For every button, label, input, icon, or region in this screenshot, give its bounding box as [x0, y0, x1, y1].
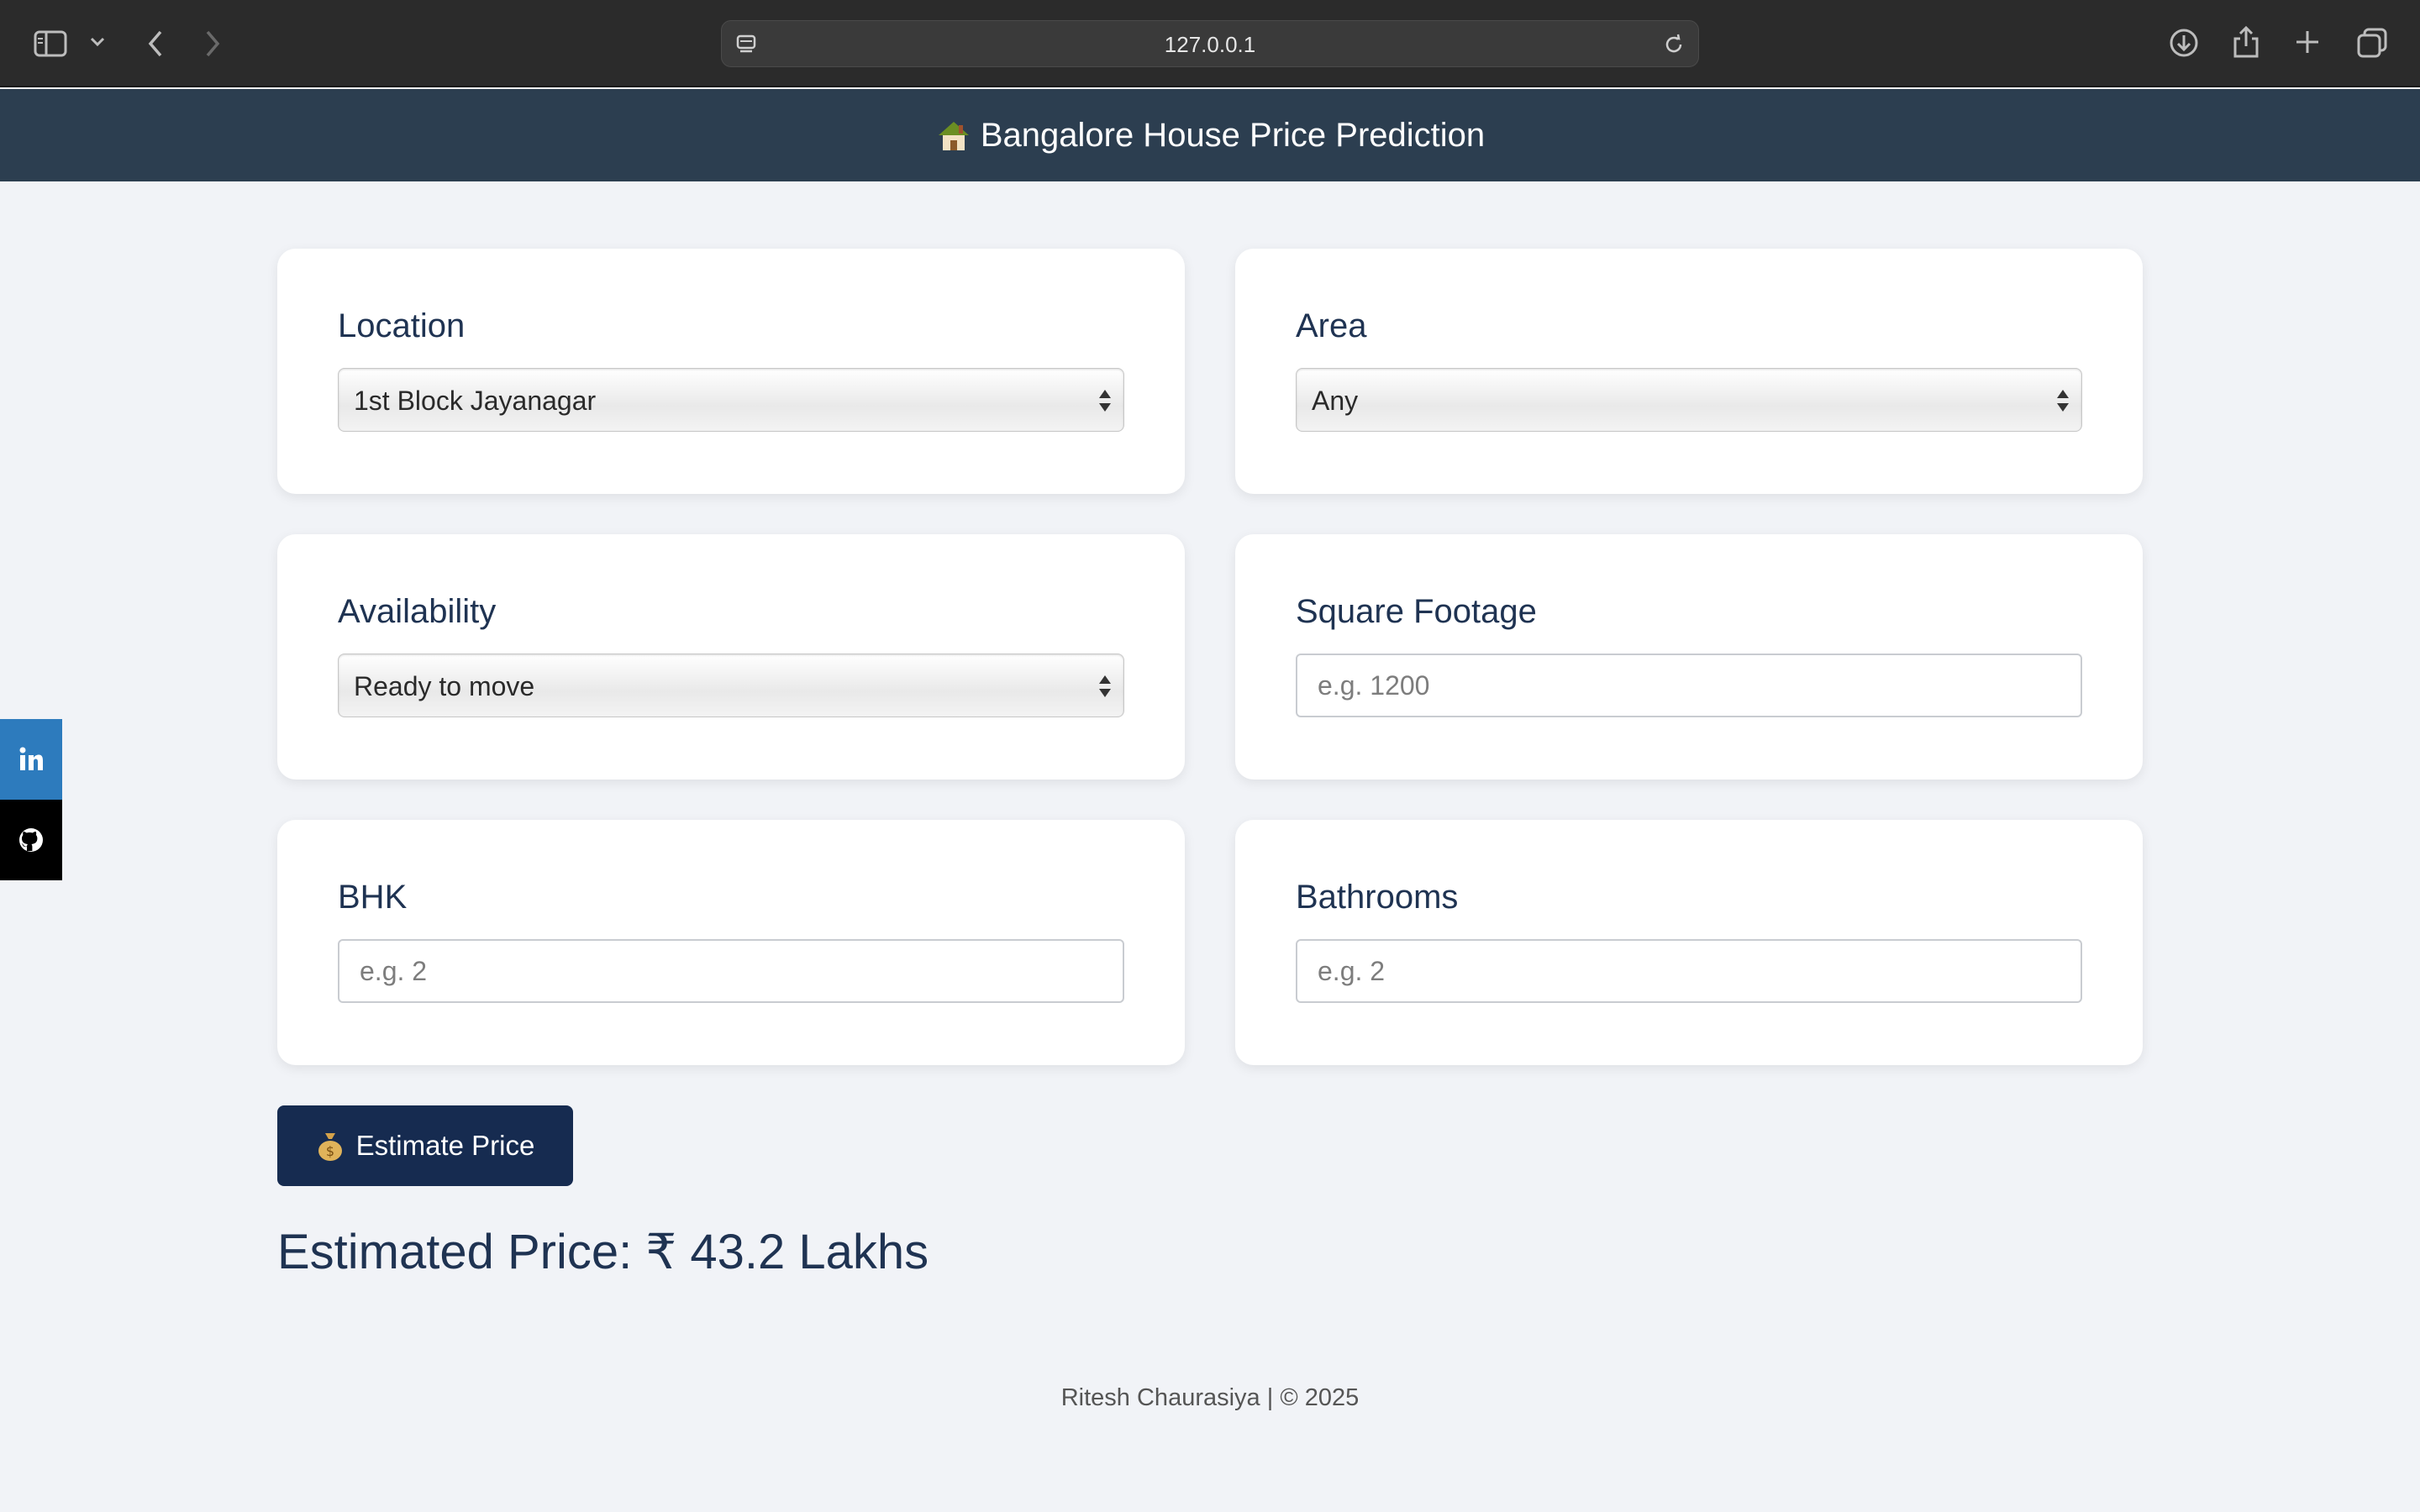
linkedin-icon	[19, 747, 43, 770]
share-icon[interactable]	[2228, 24, 2264, 60]
github-button[interactable]	[0, 800, 62, 880]
downloads-icon[interactable]	[2166, 25, 2202, 60]
bathrooms-input[interactable]: e.g. 2	[1296, 939, 2082, 1003]
location-label: Location	[338, 307, 466, 344]
availability-label: Availability	[338, 593, 497, 630]
sqft-placeholder: e.g. 1200	[1318, 670, 1430, 701]
select-arrows-icon	[1097, 673, 1113, 704]
sqft-input[interactable]: e.g. 1200	[1296, 654, 2082, 717]
area-card: Area Any	[1235, 249, 2143, 494]
sqft-card: Square Footage e.g. 1200	[1235, 534, 2143, 780]
select-arrows-icon	[2054, 387, 2071, 418]
bathrooms-card: Bathrooms e.g. 2	[1235, 820, 2143, 1065]
availability-card: Availability Ready to move	[277, 534, 1185, 780]
browser-toolbar: 127.0.0.1	[0, 0, 2420, 87]
house-icon	[935, 117, 972, 154]
area-label: Area	[1296, 307, 1367, 344]
chevron-down-icon[interactable]	[87, 32, 108, 52]
svg-text:$: $	[326, 1143, 334, 1159]
tab-overview-icon[interactable]	[2354, 25, 2390, 60]
location-select[interactable]: 1st Block Jayanagar	[338, 368, 1124, 432]
money-bag-icon: $	[316, 1130, 345, 1162]
availability-select[interactable]: Ready to move	[338, 654, 1124, 717]
reload-icon[interactable]	[1661, 33, 1686, 56]
page-title: Bangalore House Price Prediction	[980, 116, 1486, 154]
new-tab-icon[interactable]	[2292, 27, 2323, 57]
area-select[interactable]: Any	[1296, 368, 2082, 432]
location-select-value: 1st Block Jayanagar	[354, 386, 597, 416]
linkedin-button[interactable]	[0, 719, 62, 800]
availability-select-value: Ready to move	[354, 671, 535, 701]
footer-credit: Ritesh Chaurasiya | © 2025	[1060, 1384, 1360, 1411]
back-icon[interactable]	[143, 27, 168, 60]
url-text[interactable]: 127.0.0.1	[722, 21, 1698, 68]
bhk-label: BHK	[338, 879, 408, 916]
address-bar[interactable]: 127.0.0.1	[721, 20, 1699, 67]
estimate-price-label: Estimate Price	[355, 1130, 535, 1161]
location-card: Location 1st Block Jayanagar	[277, 249, 1185, 494]
bathrooms-label: Bathrooms	[1296, 879, 1459, 916]
estimated-price-result: Estimated Price: ₹ 43.2 Lakhs	[277, 1225, 929, 1279]
select-arrows-icon	[1097, 387, 1113, 418]
bhk-input[interactable]: e.g. 2	[338, 939, 1124, 1003]
app-header: Bangalore House Price Prediction	[0, 89, 2420, 181]
sidebar-toggle-icon[interactable]	[32, 29, 69, 59]
bhk-card: BHK e.g. 2	[277, 820, 1185, 1065]
bhk-placeholder: e.g. 2	[360, 956, 428, 986]
github-icon	[19, 828, 43, 852]
bathrooms-placeholder: e.g. 2	[1318, 956, 1386, 986]
forward-icon[interactable]	[200, 27, 225, 60]
sqft-label: Square Footage	[1296, 593, 1537, 630]
area-select-value: Any	[1312, 386, 1359, 416]
estimate-price-button[interactable]: $ Estimate Price	[277, 1105, 573, 1186]
